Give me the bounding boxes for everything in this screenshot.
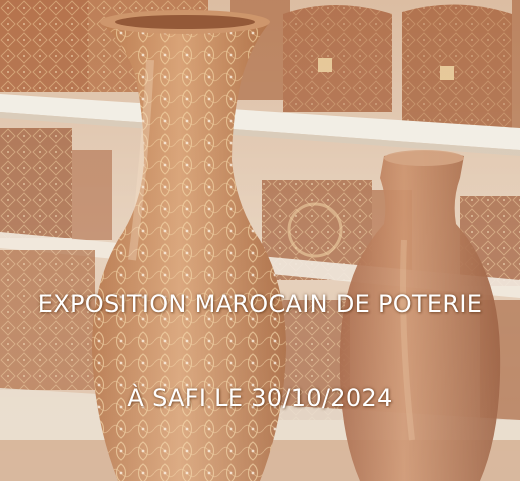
date-location-text: À SAFI LE 30/10/2024 [127,384,393,412]
headline-text: EXPOSITION MAROCAIN DE POTERIE [37,290,483,318]
poster: EXPOSITION MAROCAIN DE POTERIE À SAFI LE… [0,0,520,481]
